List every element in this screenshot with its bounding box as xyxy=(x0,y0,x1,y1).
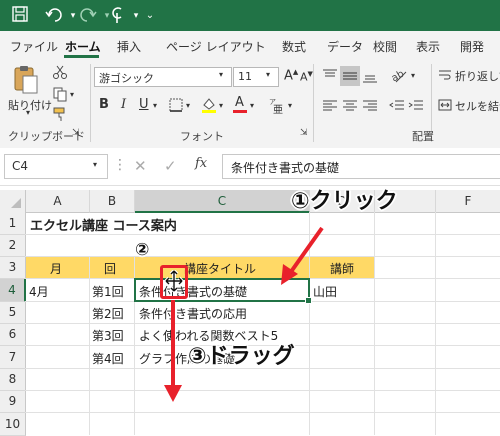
annotation-step2: ② xyxy=(135,240,150,260)
click-arrow xyxy=(286,226,324,278)
annotation-click: ①クリック xyxy=(291,189,398,214)
drag-arrow-head xyxy=(164,385,182,402)
annotation-drag: ③ドラッグ xyxy=(188,344,295,369)
